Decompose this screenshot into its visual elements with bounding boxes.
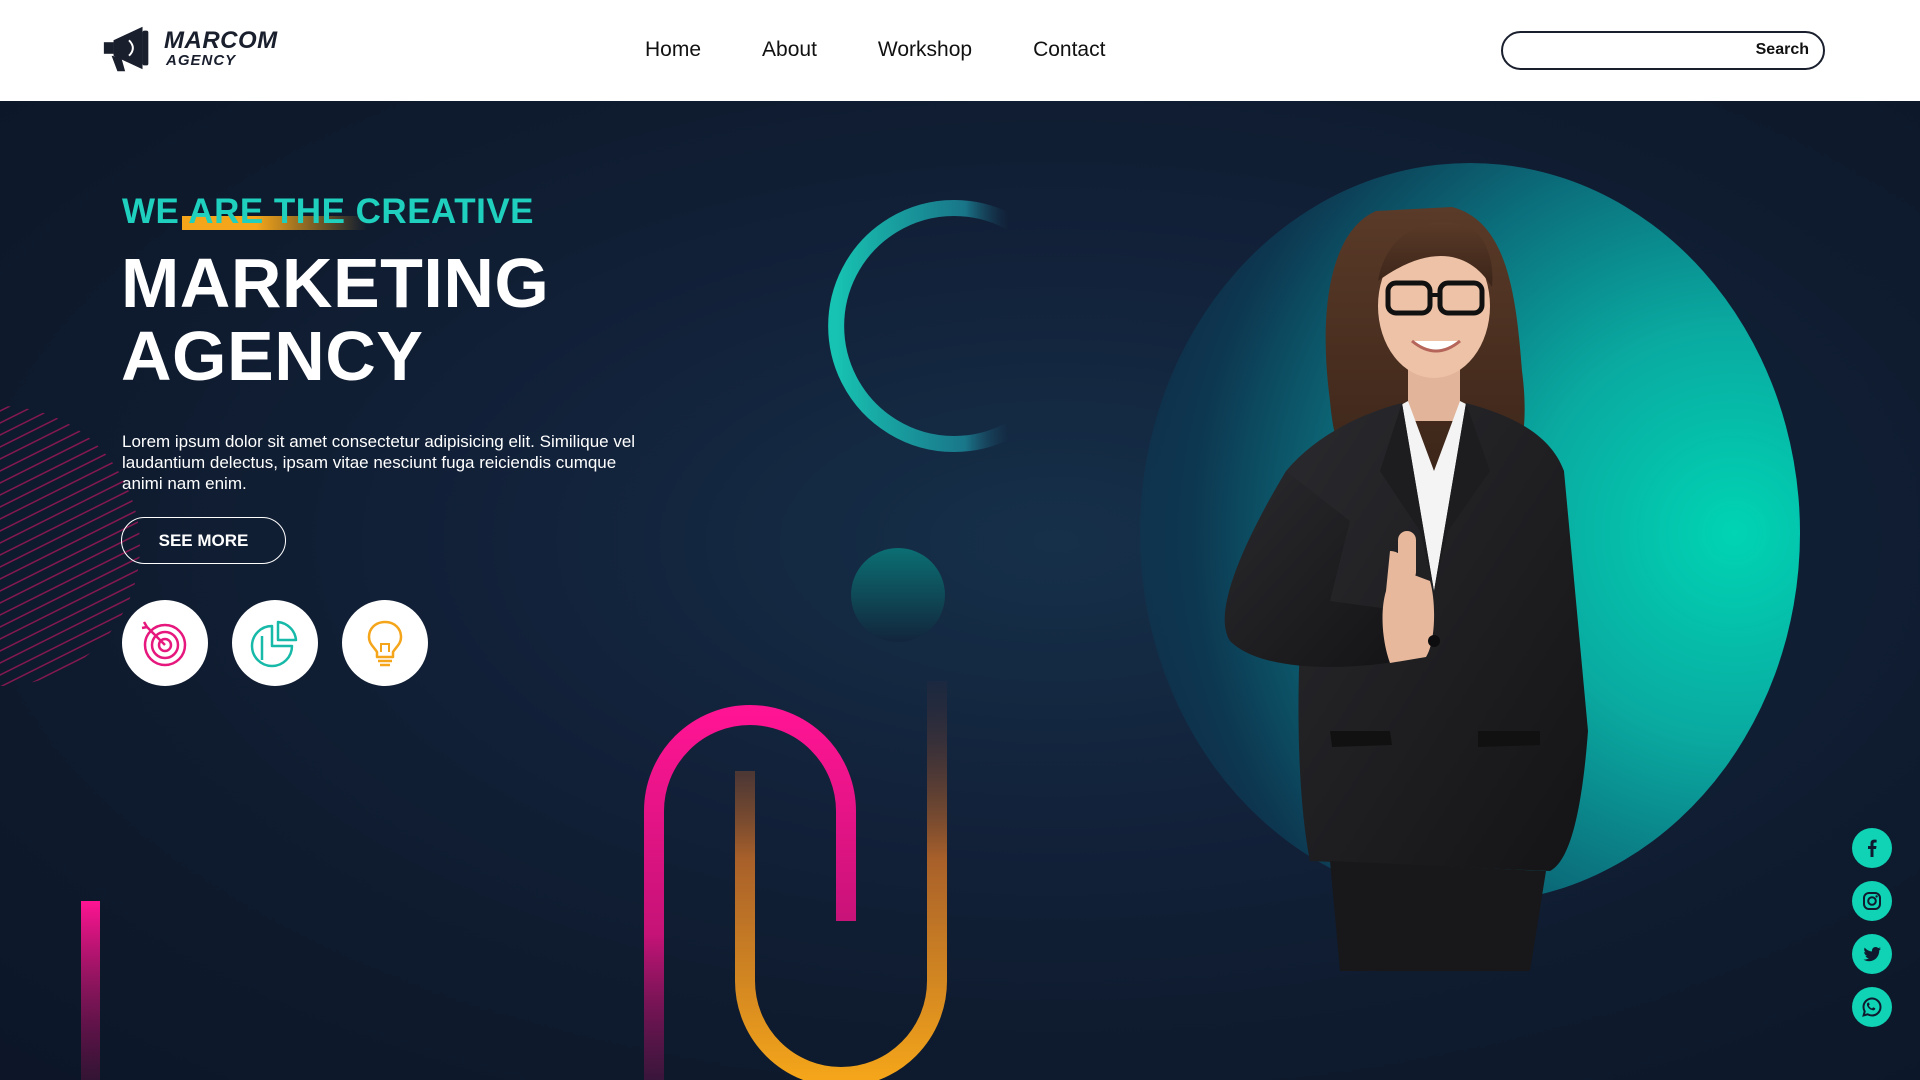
hero-headline: MARKETING AGENCY <box>121 247 549 393</box>
pie-chart-icon <box>250 620 298 668</box>
search-button[interactable]: Search <box>1756 41 1809 59</box>
whatsapp-link[interactable] <box>1852 987 1892 1027</box>
instagram-link[interactable] <box>1852 881 1892 921</box>
brand-subtitle: AGENCY <box>166 51 237 69</box>
businesswoman-photo <box>1224 207 1588 971</box>
teal-arc-decoration <box>828 200 1016 452</box>
main-nav: Home About Workshop Contact <box>645 38 1105 62</box>
megaphone-icon <box>103 26 149 72</box>
headline-line-1: MARKETING <box>121 244 550 322</box>
headline-line-2: AGENCY <box>121 317 424 395</box>
search-input[interactable] <box>1519 39 1719 63</box>
paperclip-decoration <box>644 681 947 1080</box>
see-more-button[interactable]: SEE MORE <box>121 517 286 564</box>
brand-logo[interactable]: MARCOM AGENCY <box>100 18 278 78</box>
lightbulb-icon <box>367 620 403 667</box>
twitter-icon <box>1863 947 1881 962</box>
feature-target[interactable] <box>122 600 208 686</box>
brand-name: MARCOM <box>164 26 278 54</box>
hero-tagline: WE ARE THE CREATIVE <box>122 192 535 231</box>
facebook-icon <box>1868 839 1877 857</box>
facebook-link[interactable] <box>1852 828 1892 868</box>
feature-pie-chart[interactable] <box>232 600 318 686</box>
feature-lightbulb[interactable] <box>342 600 428 686</box>
pink-bar-decoration <box>81 901 100 1080</box>
site-header: MARCOM AGENCY Home About Workshop Contac… <box>0 0 1920 101</box>
search-bar: Search <box>1501 31 1825 70</box>
teal-dot-decoration <box>851 548 945 642</box>
stripe-pattern-decoration <box>0 406 140 686</box>
nav-home[interactable]: Home <box>645 38 701 62</box>
instagram-icon <box>1863 892 1881 910</box>
whatsapp-icon <box>1862 997 1882 1017</box>
nav-about[interactable]: About <box>762 38 817 62</box>
target-icon <box>141 621 187 667</box>
hero-description: Lorem ipsum dolor sit amet consectetur a… <box>122 432 636 493</box>
hero-section: WE ARE THE CREATIVE MARKETING AGENCY Lor… <box>0 101 1920 1080</box>
twitter-link[interactable] <box>1852 934 1892 974</box>
nav-contact[interactable]: Contact <box>1033 38 1105 62</box>
nav-workshop[interactable]: Workshop <box>878 38 972 62</box>
